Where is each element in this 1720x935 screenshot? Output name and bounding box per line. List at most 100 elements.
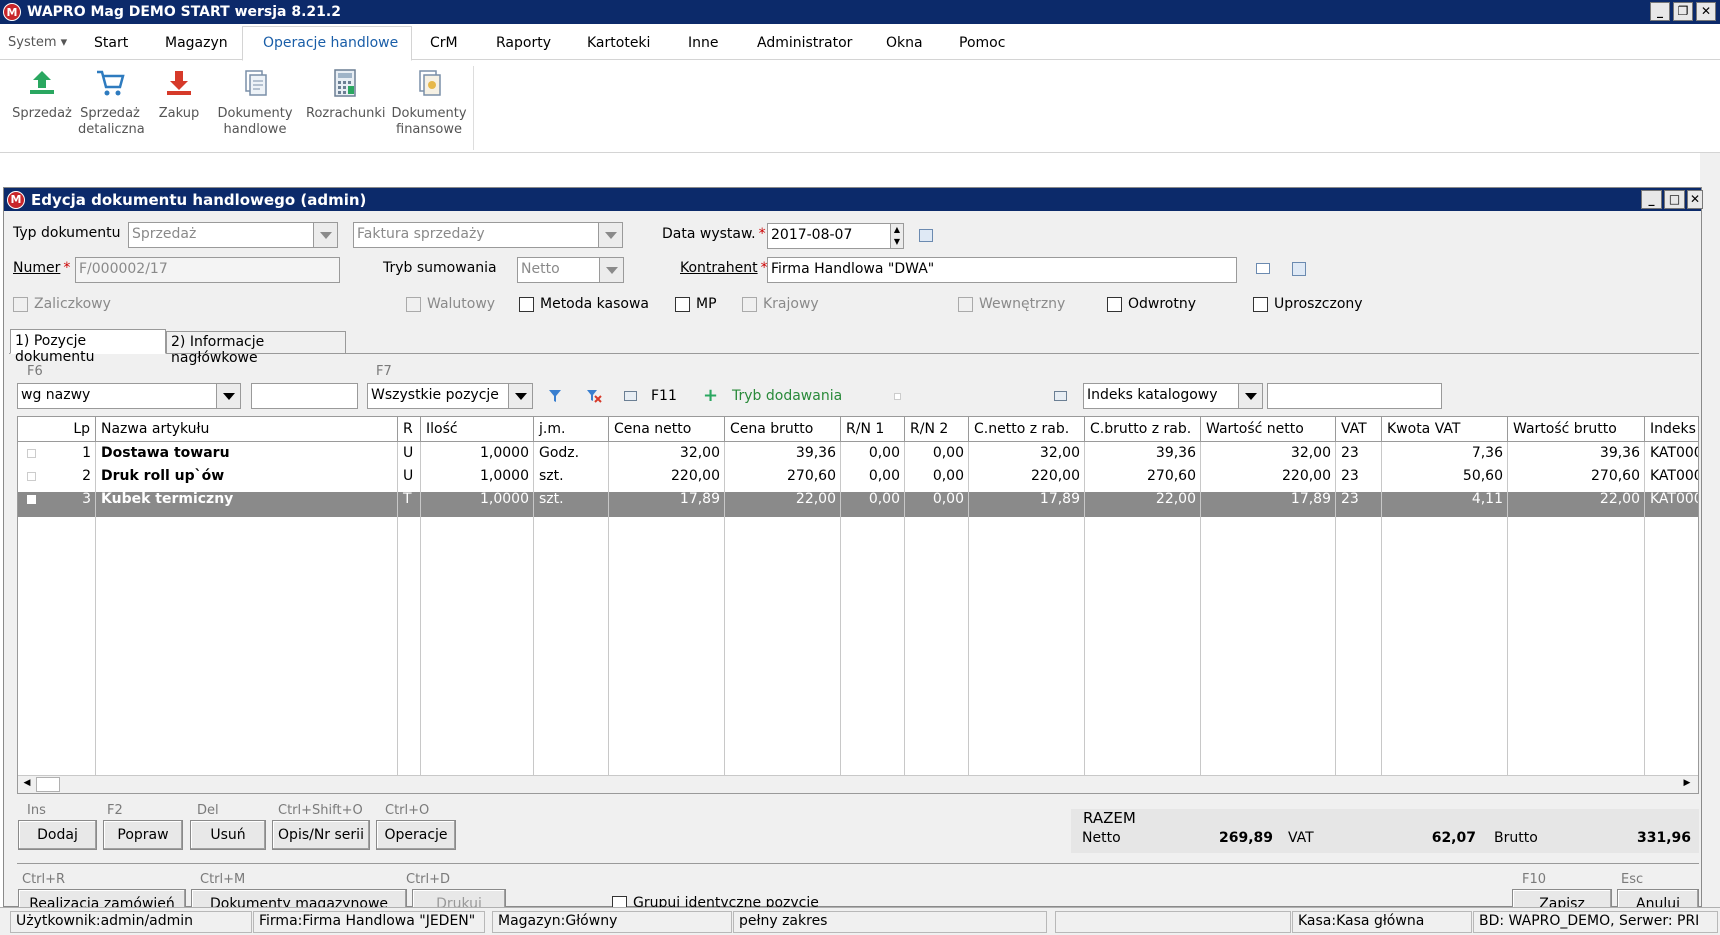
table-row[interactable]: 1 Dostawa towaru U 1,0000 Godz. 32,00 39,36 0,0… — [18, 442, 1698, 465]
menu-magazyn[interactable]: Magazyn — [165, 35, 228, 51]
ribbon-sprzedaz-detaliczna-button[interactable]: Sprzedaż detaliczna — [78, 68, 145, 138]
menu-okna[interactable]: Okna — [886, 35, 923, 51]
dodaj-button[interactable]: Dodaj — [18, 820, 97, 850]
uproszczony-checkbox[interactable]: Uproszczony — [1253, 296, 1363, 312]
cell-nazwa: Kubek termiczny — [101, 491, 234, 507]
col-header-wartosc-netto[interactable]: Wartość netto — [1201, 417, 1336, 442]
restore-icon[interactable]: ❐ — [1673, 2, 1693, 21]
usun-button[interactable]: Usuń — [190, 820, 266, 850]
upload-green-icon — [30, 71, 54, 94]
menu-system[interactable]: System ▾ — [8, 35, 67, 50]
rodzaj-dokumentu-select[interactable]: Faktura sprzedaży — [353, 222, 623, 248]
col-header-cena-brutto[interactable]: Cena brutto — [725, 417, 841, 442]
ribbon-dokumenty-finansowe-button[interactable]: Dokumenty finansowe — [390, 68, 468, 138]
menu-inne[interactable]: Inne — [688, 35, 719, 51]
netto-value: 269,89 — [1218, 830, 1273, 846]
cell-wartosc-netto: 17,89 — [1290, 491, 1331, 507]
col-header-lp[interactable]: Lp — [18, 417, 96, 442]
ribbon-zakup-button[interactable]: Zakup — [154, 68, 204, 122]
col-header-cbrutto-rab[interactable]: C.brutto z rab. — [1085, 417, 1201, 442]
ribbon-rozrachunki-button[interactable]: Rozrachunki — [306, 68, 386, 122]
col-header-rn2[interactable]: R/N 2 — [905, 417, 969, 442]
walutowy-checkbox[interactable]: Walutowy — [406, 296, 495, 312]
col-header-vat[interactable]: VAT — [1336, 417, 1382, 442]
popraw-button[interactable]: Popraw — [103, 820, 183, 850]
folder-icon[interactable] — [1256, 263, 1270, 274]
drukuj-button[interactable]: Drukuj — [412, 889, 506, 907]
dokumenty-magazynowe-button[interactable]: Dokumenty magazynowe — [191, 889, 407, 907]
menu-raporty[interactable]: Raporty — [496, 35, 551, 51]
col-header-ilosc[interactable]: Ilość — [421, 417, 534, 442]
tab-pozycje-dokumentu[interactable]: 1) Pozycje dokumentu — [10, 329, 166, 365]
cell-kwota-vat: 4,11 — [1471, 491, 1503, 507]
tryb-sumowania-select[interactable]: Netto — [517, 257, 624, 283]
menu-crm[interactable]: CrM — [430, 35, 458, 51]
zapisz-button[interactable]: Zapisz — [1512, 889, 1612, 907]
tab-informacje-naglowkowe[interactable]: 2) Informacje nagłówkowe — [166, 331, 346, 366]
typ-dokumentu-select[interactable]: Sprzedaż — [128, 222, 338, 248]
app-title: WAPRO Mag DEMO START wersja 8.21.2 — [27, 4, 341, 20]
numer-input[interactable]: F/000002/17 — [75, 257, 340, 283]
minimize-icon[interactable]: _ — [1650, 2, 1670, 21]
col-header-kwota-vat[interactable]: Kwota VAT — [1382, 417, 1508, 442]
date-spinner[interactable]: ▲ ▼ — [890, 223, 904, 249]
search-mode-select[interactable]: wg nazwy — [17, 383, 241, 409]
zaliczkowy-checkbox[interactable]: Zaliczkowy — [13, 296, 111, 312]
col-header-cena-netto[interactable]: Cena netto — [609, 417, 725, 442]
doc-minimize-icon[interactable]: _ — [1641, 190, 1662, 209]
filter-icon[interactable] — [548, 389, 562, 403]
document-titlebar: M Edycja dokumentu handlowego (admin) _ … — [4, 188, 1703, 211]
index-type-select[interactable]: Indeks katalogowy — [1083, 383, 1263, 409]
opis-nr-serii-button[interactable]: Opis/Nr serii — [272, 820, 370, 850]
col-header-cnetto-rab[interactable]: C.netto z rab. — [969, 417, 1085, 442]
col-header-rn1[interactable]: R/N 1 — [841, 417, 905, 442]
f11-key-label: F11 — [651, 388, 677, 404]
grupuj-checkbox[interactable]: Grupuj identyczne pozycje — [612, 895, 819, 907]
ins-key-hint: Ins — [27, 803, 46, 818]
filter-select[interactable]: Wszystkie pozycje — [367, 383, 533, 409]
plus-icon[interactable]: + — [703, 385, 718, 406]
realizacja-zamowien-button[interactable]: Realizacja zamówień — [18, 889, 186, 907]
mp-checkbox[interactable]: MP — [675, 296, 717, 312]
krajowy-checkbox[interactable]: Krajowy — [742, 296, 819, 312]
ctrl-d-key-hint: Ctrl+D — [406, 872, 451, 887]
wewnetrzny-checkbox[interactable]: Wewnętrzny — [958, 296, 1065, 312]
calendar-icon[interactable] — [919, 229, 933, 242]
ribbon-dokumenty-handlowe-button[interactable]: Dokumenty handlowe — [216, 68, 294, 138]
table-row[interactable]: 2 Druk roll up`ów U 1,0000 szt. 220,00 270,60 0… — [18, 465, 1698, 488]
cell-nazwa: Druk roll up`ów — [101, 468, 225, 484]
tryb-dodawania-link[interactable]: Tryb dodawania — [732, 388, 842, 404]
horizontal-scrollbar[interactable]: ◀ ▶ — [18, 775, 1698, 793]
menu-kartoteki[interactable]: Kartoteki — [587, 35, 650, 51]
doc-maximize-icon[interactable]: □ — [1664, 190, 1685, 209]
col-header-indeks[interactable]: Indeks k — [1645, 417, 1698, 442]
metoda-kasowa-checkbox[interactable]: Metoda kasowa — [519, 296, 649, 312]
odwrotny-checkbox[interactable]: Odwrotny — [1107, 296, 1196, 312]
col-header-r[interactable]: R — [398, 417, 421, 442]
anuluj-button[interactable]: Anuluj — [1617, 889, 1699, 907]
close-icon[interactable]: ✕ — [1696, 2, 1716, 21]
table-row[interactable]: 3 Kubek termiczny T 1,0000 szt. 17,89 22,00 0,0… — [18, 488, 1698, 511]
col-header-jm[interactable]: j.m. — [534, 417, 609, 442]
data-wystawienia-input[interactable]: 2017-08-07 — [767, 223, 891, 249]
operacje-button[interactable]: Operacje — [376, 820, 456, 850]
main-vertical-scrollbar[interactable] — [1700, 153, 1720, 907]
index-input[interactable] — [1267, 383, 1442, 409]
menu-pomoc[interactable]: Pomoc — [959, 35, 1005, 51]
col-header-nazwa[interactable]: Nazwa artykułu — [96, 417, 398, 442]
keyboard-icon[interactable] — [624, 391, 637, 401]
col-header-wartosc-brutto[interactable]: Wartość brutto — [1508, 417, 1645, 442]
menu-operacje-handlowe[interactable]: Operacje handlowe — [263, 35, 398, 51]
kontrahent-input[interactable]: Firma Handlowa "DWA" — [767, 257, 1237, 283]
keyboard-icon[interactable] — [1054, 391, 1067, 401]
menu-start[interactable]: Start — [94, 35, 128, 51]
ribbon-sprzedaz-button[interactable]: Sprzedaż — [12, 68, 72, 122]
doc-close-icon[interactable]: ✕ — [1687, 190, 1703, 209]
scroll-left-icon[interactable]: ◀ — [20, 778, 34, 791]
menu-administrator[interactable]: Administrator — [757, 35, 852, 51]
clear-filter-icon[interactable] — [586, 389, 602, 403]
search-input[interactable] — [251, 383, 358, 409]
scroll-right-icon[interactable]: ▶ — [1680, 778, 1694, 791]
contractor-card-icon[interactable] — [1292, 262, 1306, 276]
scroll-thumb[interactable] — [36, 777, 60, 792]
